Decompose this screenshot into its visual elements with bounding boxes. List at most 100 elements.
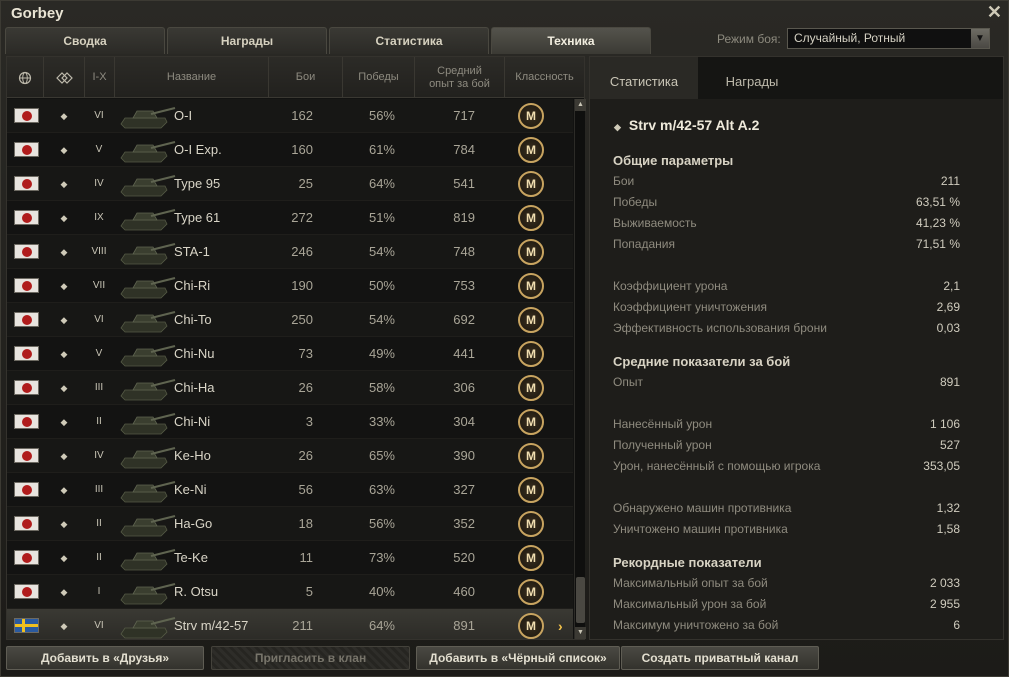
tier-cell: VIII [91, 246, 107, 257]
scrollbar[interactable]: ▲ ▼ [574, 99, 586, 639]
table-row[interactable]: ◆ IV Ke-Ho 26 65% 390 M [7, 439, 573, 473]
stat-row: Победы 63,51 % [613, 195, 960, 216]
avg-xp-cell: 784 [453, 142, 475, 157]
tab-statistics[interactable]: Статистика [329, 27, 489, 54]
battles-cell: 73 [298, 346, 313, 361]
vehicle-name: Strv m/42-57 Alt A.2 [628, 117, 760, 133]
vehicle-name-cell: Chi-Ri [174, 278, 211, 293]
table-row[interactable]: ◆ VI Strv m/42-57 211 64% 891 M › [7, 609, 573, 639]
wins-cell: 49% [368, 346, 395, 361]
sort-tier-header[interactable]: I-X [85, 57, 115, 98]
vehicle-class-icon: ◆ [60, 247, 68, 257]
battles-cell: 25 [298, 176, 313, 191]
private-channel-button[interactable]: Создать приватный канал [621, 646, 819, 670]
tank-image [115, 408, 177, 436]
tank-silhouette-icon [120, 277, 176, 299]
sort-mastery-header[interactable]: Классность [505, 57, 584, 98]
stat-row: Опыт 891 [613, 375, 960, 396]
vehicle-class-icon: ◆ [60, 553, 68, 563]
avg-xp-cell: 441 [453, 346, 475, 361]
table-row[interactable]: ◆ VI O-I 162 56% 717 M [7, 99, 573, 133]
sort-wins-header[interactable]: Победы [343, 57, 415, 98]
stat-value: 2 955 [929, 597, 960, 611]
tier-cell: I [97, 586, 101, 597]
tier-cell: VI [94, 110, 104, 121]
vehicle-name-cell: Chi-Nu [174, 346, 215, 361]
japan-flag-icon [14, 414, 39, 429]
avg-xp-cell: 891 [453, 618, 475, 633]
tank-image [115, 136, 177, 164]
table-row[interactable]: ◆ III Ke-Ni 56 63% 327 M [7, 473, 573, 507]
tab-vehicles[interactable]: Техника [491, 27, 651, 54]
battles-cell: 160 [291, 142, 313, 157]
vehicle-name-cell: Ke-Ho [174, 448, 211, 463]
table-row[interactable]: ◆ VI Chi-To 250 54% 692 M [7, 303, 573, 337]
tank-image [115, 442, 177, 470]
wins-cell: 51% [368, 210, 395, 225]
stats-section-title: Общие параметры [613, 153, 734, 168]
scroll-thumb[interactable] [576, 577, 585, 623]
tab-summary[interactable]: Сводка [5, 27, 165, 54]
japan-flag-icon [14, 380, 39, 395]
table-row[interactable]: ◆ VII Chi-Ri 190 50% 753 M [7, 269, 573, 303]
table-row[interactable]: ◆ III Chi-Ha 26 58% 306 M [7, 371, 573, 405]
japan-flag-icon [14, 482, 39, 497]
scroll-up-icon[interactable]: ▲ [575, 99, 586, 111]
mastery-badge-icon: M [518, 205, 544, 231]
chevron-down-icon[interactable]: ▼ [971, 29, 989, 48]
tier-cell: VI [94, 620, 104, 631]
battle-mode-value: Случайный, Ротный [794, 31, 906, 45]
table-row[interactable]: ◆ II Ha-Go 18 56% 352 M [7, 507, 573, 541]
add-friend-button[interactable]: Добавить в «Друзья» [6, 646, 204, 670]
tier-cell: VII [92, 280, 106, 291]
table-row[interactable]: ◆ II Te-Ke 11 73% 520 M [7, 541, 573, 575]
table-row[interactable]: ◆ II Chi-Ni 3 33% 304 M [7, 405, 573, 439]
add-blacklist-button[interactable]: Добавить в «Чёрный список» [416, 646, 620, 670]
japan-flag-icon [14, 210, 39, 225]
tank-silhouette-icon [120, 345, 176, 367]
tab-details-statistics[interactable]: Статистика [590, 57, 698, 99]
stat-value: 211 [940, 174, 960, 188]
scroll-down-icon[interactable]: ▼ [575, 627, 586, 639]
battles-cell: 5 [305, 584, 313, 599]
tank-silhouette-icon [120, 243, 176, 265]
table-row[interactable]: ◆ IX Type 61 272 51% 819 M [7, 201, 573, 235]
stat-row: Коэффициент урона 2,1 [613, 279, 960, 300]
sort-name-header[interactable]: Название [115, 57, 269, 98]
battle-mode-select[interactable]: Случайный, Ротный ▼ [787, 28, 990, 49]
stat-label: Коэффициент уничтожения [613, 300, 767, 314]
tank-silhouette-icon [120, 583, 176, 605]
sort-xp-header[interactable]: Средний опыт за бой [415, 57, 505, 98]
table-row[interactable]: ◆ I R. Otsu 5 40% 460 M [7, 575, 573, 609]
invite-clan-button[interactable]: Пригласить в клан [211, 646, 410, 670]
tank-image [115, 340, 177, 368]
tier-cell: IX [94, 212, 104, 223]
japan-flag-icon [14, 550, 39, 565]
details-tabs-filler [806, 57, 1003, 99]
stats-section-title: Рекордные показатели [613, 555, 762, 570]
vehicle-class-icon: ◆ [60, 213, 68, 223]
tab-awards[interactable]: Награды [167, 27, 327, 54]
stat-value: 2,69 [936, 300, 960, 314]
table-row[interactable]: ◆ VIII STA-1 246 54% 748 M [7, 235, 573, 269]
sort-class-header[interactable] [44, 57, 85, 98]
tank-silhouette-icon [120, 311, 176, 333]
sort-battles-header[interactable]: Бои [269, 57, 343, 98]
avg-xp-cell: 304 [453, 414, 475, 429]
vehicle-title: ◆ Strv m/42-57 Alt A.2 [614, 117, 759, 133]
tank-silhouette-icon [120, 549, 176, 571]
tab-details-awards[interactable]: Награды [698, 57, 806, 99]
table-row[interactable]: ◆ IV Type 95 25 64% 541 M [7, 167, 573, 201]
tank-silhouette-icon [120, 447, 176, 469]
table-row[interactable]: ◆ V O-I Exp. 160 61% 784 M [7, 133, 573, 167]
sort-nation-header[interactable] [7, 57, 44, 98]
table-row[interactable]: ◆ V Chi-Nu 73 49% 441 M [7, 337, 573, 371]
close-icon[interactable]: ✕ [987, 2, 1002, 23]
vehicle-class-icon: ◆ [60, 349, 68, 359]
light-tank-icon: ◆ [614, 122, 621, 132]
stat-value: 891 [939, 375, 960, 389]
wins-cell: 50% [368, 278, 395, 293]
mastery-badge-icon: M [518, 103, 544, 129]
mastery-badge-icon: M [518, 511, 544, 537]
window-title: Gorbey [11, 5, 64, 22]
